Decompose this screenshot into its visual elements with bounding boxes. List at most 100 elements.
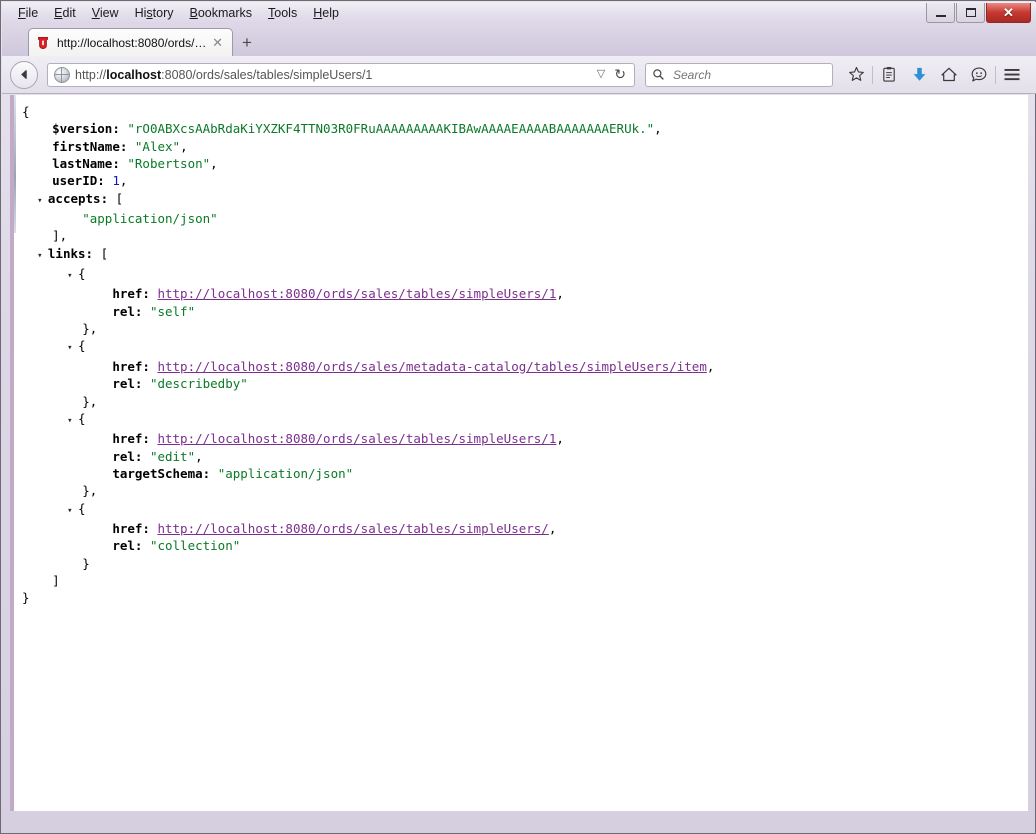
toolbar-separator [995, 65, 996, 84]
json-bracket: { [78, 410, 86, 426]
address-bar[interactable]: http://localhost:8080/ords/sales/tables/… [47, 62, 635, 87]
json-line: }, [22, 482, 1028, 499]
menu-hamburger-icon[interactable] [997, 61, 1027, 89]
navigation-toolbar: http://localhost:8080/ords/sales/tables/… [2, 56, 1036, 94]
menu-tools[interactable]: Tools [260, 4, 305, 22]
json-link-value[interactable]: http://localhost:8080/ords/sales/tables/… [157, 521, 548, 536]
url-host: localhost [106, 67, 162, 82]
json-string-value: "collection" [149, 538, 241, 554]
json-line: }, [22, 393, 1028, 410]
json-string-value: "self" [149, 303, 196, 319]
json-bracket: }, [82, 321, 98, 337]
json-link-value[interactable]: http://localhost:8080/ords/sales/metadat… [157, 359, 706, 374]
ords-shield-icon [35, 35, 51, 51]
disclosure-triangle-icon[interactable]: ▾ [67, 506, 78, 516]
disclosure-triangle-icon[interactable]: ▾ [67, 343, 78, 353]
json-viewer: { $version: "rO0ABXcsAAbRdaKiYXZKF4TTN03… [14, 95, 1028, 607]
menu-history[interactable]: History [127, 4, 182, 22]
disclosure-triangle-icon[interactable]: ▾ [37, 251, 48, 261]
json-link-value[interactable]: http://localhost:8080/ords/sales/tables/… [157, 431, 556, 446]
json-bracket: [ [100, 245, 109, 261]
json-bracket: } [22, 590, 30, 606]
reload-icon[interactable]: ↻ [610, 66, 630, 83]
json-punctuation: , [195, 448, 203, 464]
json-bracket: }, [82, 393, 98, 409]
window-controls: ✕ [925, 3, 1031, 23]
bookmark-star-icon[interactable] [841, 61, 871, 89]
json-key: rel: [112, 448, 143, 464]
downloads-icon[interactable] [904, 61, 934, 89]
menu-help[interactable]: Help [305, 4, 347, 22]
json-string-value: "rO0ABXcsAAbRdaKiYXZKF4TTN03R0FRuAAAAAAA… [127, 121, 655, 137]
close-button[interactable]: ✕ [986, 3, 1031, 23]
json-bracket: { [78, 500, 86, 516]
json-bracket: { [78, 266, 86, 282]
json-line: href: http://localhost:8080/ords/sales/t… [22, 430, 1028, 447]
menu-view[interactable]: View [84, 4, 127, 22]
json-bracket: [ [115, 190, 124, 206]
json-punctuation: , [210, 156, 218, 172]
json-line: ▾ { [22, 265, 1028, 285]
url-path: :8080/ords/sales/tables/simpleUsers/1 [161, 67, 373, 82]
close-icon: ✕ [1003, 5, 1014, 20]
tab-close-icon[interactable]: ✕ [209, 36, 226, 49]
json-line: href: http://localhost:8080/ords/sales/t… [22, 285, 1028, 302]
json-line: "application/json" [22, 210, 1028, 227]
json-line: ], [22, 227, 1028, 244]
disclosure-triangle-icon[interactable]: ▾ [67, 271, 78, 281]
menu-file[interactable]: File [10, 4, 46, 22]
sync-chat-icon[interactable] [964, 61, 994, 89]
search-icon [653, 69, 664, 80]
json-key: href: [112, 286, 150, 302]
minimize-button[interactable] [926, 3, 955, 23]
disclosure-triangle-icon[interactable]: ▾ [67, 416, 78, 426]
browser-tab[interactable]: http://localhost:8080/ords/… ✕ [28, 28, 233, 56]
json-line: rel: "edit", [22, 448, 1028, 465]
search-bar[interactable] [645, 62, 833, 87]
json-line: targetSchema: "application/json" [22, 465, 1028, 482]
json-key: lastName: [52, 156, 120, 172]
reading-list-icon[interactable] [874, 61, 904, 89]
maximize-button[interactable] [956, 3, 985, 23]
json-line: } [22, 555, 1028, 572]
json-bracket: }, [82, 483, 98, 499]
json-string-value: "edit" [149, 448, 196, 464]
json-key: firstName: [52, 138, 128, 154]
home-icon[interactable] [934, 61, 964, 89]
json-line: lastName: "Robertson", [22, 155, 1028, 172]
json-line: ] [22, 572, 1028, 589]
back-button[interactable] [10, 60, 38, 89]
minimize-icon [935, 14, 946, 17]
back-arrow-icon [20, 70, 27, 79]
menu-bookmarks[interactable]: Bookmarks [182, 4, 261, 22]
menu-edit[interactable]: Edit [46, 4, 84, 22]
json-punctuation: , [706, 358, 715, 374]
json-key: href: [112, 520, 150, 536]
json-number-value: 1 [112, 173, 120, 189]
search-input[interactable] [671, 66, 826, 83]
json-link-value[interactable]: http://localhost:8080/ords/sales/tables/… [157, 286, 556, 301]
json-punctuation: , [654, 121, 662, 137]
chevron-down-icon[interactable]: ▽ [592, 69, 610, 80]
json-line: ▾ accepts: [ [22, 190, 1028, 210]
json-line: href: http://localhost:8080/ords/sales/m… [22, 358, 1028, 375]
disclosure-triangle-icon[interactable]: ▾ [37, 196, 48, 206]
new-tab-button[interactable]: + [242, 34, 252, 51]
json-bracket: ], [52, 228, 68, 244]
